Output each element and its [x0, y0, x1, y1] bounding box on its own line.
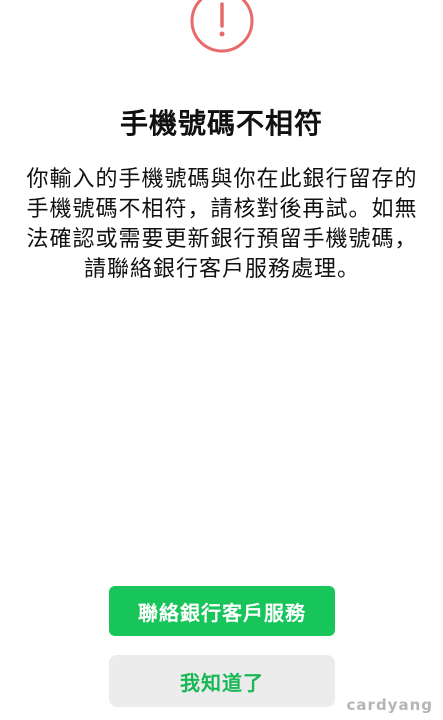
- dialog-title: 手機號碼不相符: [119, 107, 323, 140]
- watermark: cardyang: [346, 696, 433, 714]
- acknowledge-button[interactable]: 我知道了: [109, 655, 335, 707]
- error-screen: 手機號碼不相符 你輸入的手機號碼與你在此銀行留存的手機號碼不相符，請核對後再試。…: [0, 0, 443, 720]
- contact-bank-button[interactable]: 聯絡銀行客戶服務: [109, 586, 335, 636]
- alert-circle-icon: [189, 0, 255, 54]
- dialog-message: 你輸入的手機號碼與你在此銀行留存的手機號碼不相符，請核對後再試。如無法確認或需要…: [26, 167, 418, 282]
